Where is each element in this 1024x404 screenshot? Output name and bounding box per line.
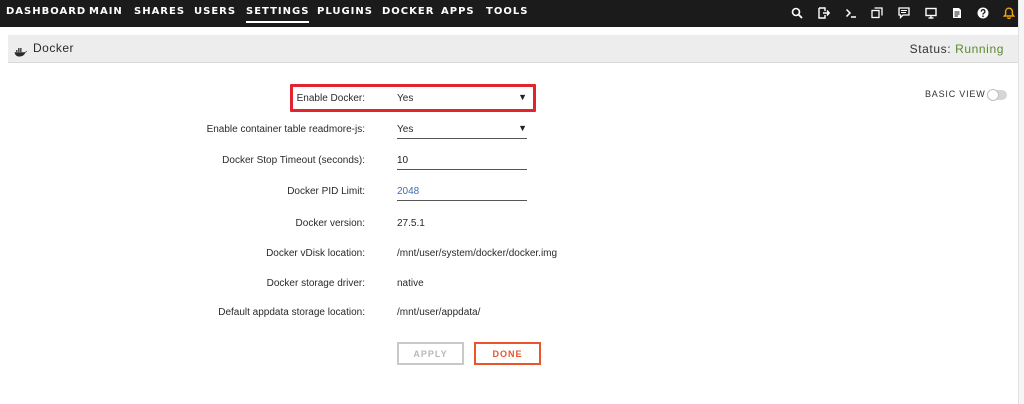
nav-main[interactable]: MAIN (89, 6, 123, 17)
pid-limit-placeholder: 2048 (397, 186, 420, 197)
readmore-value: Yes (397, 124, 414, 135)
top-navigation: DASHBOARD MAIN SHARES USERS SETTINGS PLU… (0, 0, 1024, 27)
nav-apps[interactable]: APPS (441, 6, 475, 17)
stop-timeout-label: Docker Stop Timeout (seconds): (222, 155, 365, 166)
page-header: Docker Status: Running (8, 35, 1018, 63)
stop-timeout-value: 10 (397, 155, 409, 166)
nav-plugins[interactable]: PLUGINS (317, 6, 373, 17)
nav-settings[interactable]: SETTINGS (246, 6, 310, 23)
appdata-location-value: /mnt/user/appdata/ (397, 307, 481, 318)
storage-driver-label: Docker storage driver: (266, 278, 365, 289)
stop-timeout-input[interactable]: 10 (397, 150, 527, 170)
pid-limit-label: Docker PID Limit: (287, 186, 365, 197)
page-title: Docker (33, 41, 75, 55)
vdisk-location-value: /mnt/user/system/docker/docker.img (397, 248, 558, 259)
nav-dashboard[interactable]: DASHBOARD (6, 6, 86, 17)
status-indicator: Status: Running (910, 42, 1004, 56)
nav-docker[interactable]: DOCKER (382, 6, 434, 17)
pid-limit-input[interactable]: 2048 (397, 181, 527, 201)
basic-view-toggle[interactable] (987, 89, 1007, 101)
nav-shares[interactable]: SHARES (134, 6, 185, 17)
help-icon[interactable] (974, 4, 992, 22)
vdisk-location-label: Docker vDisk location: (266, 248, 365, 259)
readmore-label: Enable container table readmore-js: (206, 124, 365, 135)
search-icon[interactable] (788, 4, 806, 22)
basic-view-label: BASIC VIEW (925, 89, 986, 99)
monitor-icon[interactable] (922, 4, 940, 22)
logout-icon[interactable] (815, 4, 833, 22)
readmore-select[interactable]: Yes ▼ (397, 119, 527, 139)
docker-version-label: Docker version: (295, 218, 365, 229)
docker-whale-icon (14, 44, 27, 62)
status-label: Status: (909, 42, 952, 56)
notification-bell-icon[interactable] (1000, 4, 1018, 22)
scrollbar-track[interactable] (1018, 0, 1024, 404)
storage-driver-value: native (397, 278, 424, 289)
enable-docker-highlight-box (290, 84, 536, 112)
toggle-knob (987, 89, 999, 101)
status-value: Running (955, 42, 1004, 56)
docker-version-value: 27.5.1 (397, 218, 425, 229)
feedback-icon[interactable] (895, 4, 913, 22)
done-button[interactable]: DONE (474, 342, 541, 365)
caret-down-icon: ▼ (518, 123, 527, 133)
appdata-location-label: Default appdata storage location: (218, 307, 365, 318)
apply-button[interactable]: APPLY (397, 342, 464, 365)
log-icon[interactable] (948, 4, 966, 22)
copy-icon[interactable] (868, 4, 886, 22)
terminal-icon[interactable] (842, 4, 860, 22)
nav-users[interactable]: USERS (194, 6, 236, 17)
nav-tools[interactable]: TOOLS (486, 6, 528, 17)
